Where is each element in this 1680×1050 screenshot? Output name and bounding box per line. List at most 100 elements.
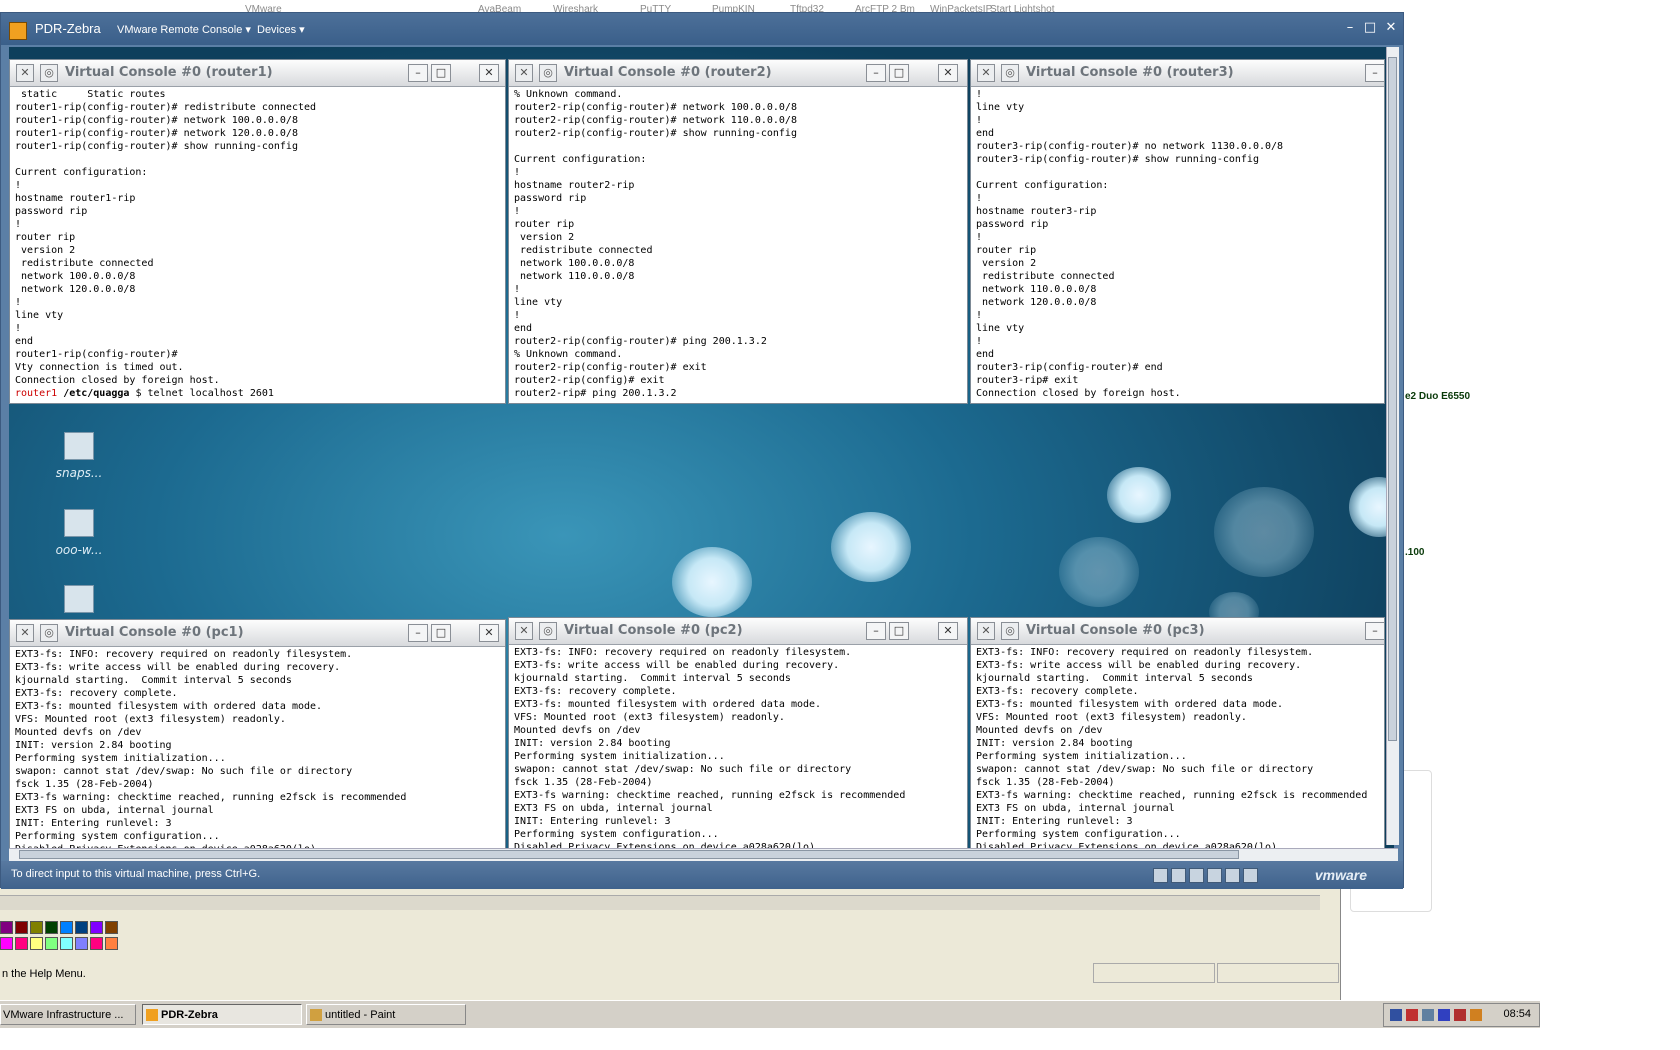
console-pane[interactable]: ✕ ◎ Virtual Console #0 (router1) – □ ✕ static… (9, 59, 506, 404)
tools-icon[interactable]: ✕ (515, 622, 533, 640)
terminal-line: fsck 1.35 (28-Feb-2004) (15, 779, 154, 790)
palette-swatch[interactable] (90, 937, 103, 950)
console-pane-header[interactable]: ✕ ◎ Virtual Console #0 (router2) – □ ✕ (509, 60, 967, 87)
terminal-output[interactable]: % Unknown command. router2-rip(config-rou… (514, 88, 963, 403)
sync-tray-icon[interactable] (1422, 1009, 1434, 1021)
maximize-button[interactable]: □ (431, 64, 451, 82)
security-tray-icon[interactable] (1406, 1009, 1418, 1021)
console-pane[interactable]: ✕ ◎ Virtual Console #0 (router2) – □ ✕ % Unkno… (508, 59, 968, 404)
tools-icon[interactable]: ✕ (977, 64, 995, 82)
color-palette[interactable] (0, 921, 120, 953)
console-pane[interactable]: ✕ ◎ Virtual Console #0 (pc2) – □ ✕ EXT3-fs: IN… (508, 617, 968, 861)
palette-swatch[interactable] (60, 937, 73, 950)
task-vmware-infrastructure[interactable]: VMware Infrastructure ... (0, 1004, 136, 1025)
maximize-icon[interactable]: □ (1362, 20, 1378, 36)
minimize-icon[interactable]: – (1342, 20, 1358, 36)
palette-swatch[interactable] (75, 937, 88, 950)
tools-icon[interactable]: ✕ (515, 64, 533, 82)
console-pane-header[interactable]: ✕ ◎ Virtual Console #0 (router1) – □ ✕ (10, 60, 505, 87)
horizontal-scroll-thumb[interactable] (19, 850, 1239, 859)
vertical-scroll-thumb[interactable] (1388, 57, 1397, 741)
palette-swatch[interactable] (30, 921, 43, 934)
palette-swatch[interactable] (45, 921, 58, 934)
tools-icon[interactable]: ✕ (977, 622, 995, 640)
settings-icon[interactable]: ◎ (1001, 622, 1019, 640)
settings-icon[interactable]: ◎ (40, 64, 58, 82)
terminal-output[interactable]: ! line vty! end router3-rip(config-router)#… (976, 88, 1380, 403)
paint-scrollbar[interactable] (0, 895, 1320, 910)
terminal-line: EXT3-fs: recovery complete. (514, 686, 677, 697)
settings-icon[interactable]: ◎ (1001, 64, 1019, 82)
window-titlebar[interactable]: PDR-Zebra VMware Remote Console ▾ Device… (1, 13, 1403, 45)
menu-remote-console[interactable]: VMware Remote Console ▾ (117, 23, 251, 36)
cdrom-icon[interactable] (1171, 868, 1186, 883)
close-button[interactable]: ✕ (479, 624, 499, 642)
terminal-line: Mounted devfs on /dev (976, 725, 1103, 736)
close-icon[interactable]: ✕ (1383, 20, 1399, 36)
vertical-scrollbar[interactable] (1386, 47, 1399, 845)
shield-tray-icon[interactable] (1438, 1009, 1450, 1021)
console-pane-header[interactable]: ✕ ◎ Virtual Console #0 (pc3) – (971, 618, 1384, 645)
close-button[interactable]: ✕ (479, 64, 499, 82)
terminal-line: router rip (514, 219, 575, 230)
status-segment (1217, 963, 1339, 983)
menu-devices[interactable]: Devices ▾ (257, 23, 305, 36)
tools-icon[interactable]: ✕ (16, 624, 34, 642)
palette-swatch[interactable] (15, 937, 28, 950)
minimize-button[interactable]: – (408, 64, 428, 82)
settings-icon[interactable]: ◎ (40, 624, 58, 642)
palette-swatch[interactable] (45, 937, 58, 950)
palette-swatch[interactable] (105, 921, 118, 934)
sound-icon[interactable] (1243, 868, 1258, 883)
console-pane-header[interactable]: ✕ ◎ Virtual Console #0 (pc2) – □ ✕ (509, 618, 967, 645)
settings-icon[interactable]: ◎ (539, 64, 557, 82)
console-pane[interactable]: ✕ ◎ Virtual Console #0 (router3) –! line vty… (970, 59, 1385, 404)
close-button[interactable]: ✕ (938, 622, 958, 640)
tools-tray-icon[interactable] (1454, 1009, 1466, 1021)
console-pane[interactable]: ✕ ◎ Virtual Console #0 (pc1) – □ ✕ EXT3-fs: IN… (9, 619, 506, 861)
palette-swatch[interactable] (15, 921, 28, 934)
tools-icon[interactable]: ✕ (16, 64, 34, 82)
terminal-line: ! (15, 219, 22, 230)
console-pane-header[interactable]: ✕ ◎ Virtual Console #0 (router3) – (971, 60, 1384, 87)
terminal-output[interactable]: EXT3-fs: INFO: recovery required on read… (15, 648, 501, 861)
maximize-button[interactable]: □ (889, 64, 909, 82)
terminal-output[interactable]: static Static routes router1-rip(config-r… (15, 88, 501, 403)
task-paint[interactable]: untitled - Paint (306, 1004, 466, 1025)
floppy-icon[interactable] (1189, 868, 1204, 883)
guest-display[interactable]: snaps... ooo-w... ✕ ◎ Virtual Console #0 (… (9, 47, 1394, 861)
minimize-button[interactable]: – (866, 64, 886, 82)
network-tray-icon[interactable] (1390, 1009, 1402, 1021)
terminal-line: EXT3 FS on ubda, internal journal (976, 803, 1175, 814)
palette-swatch[interactable] (105, 937, 118, 950)
alert-tray-icon[interactable] (1470, 1009, 1482, 1021)
task-pdr-zebra[interactable]: PDR-Zebra (142, 1004, 302, 1025)
palette-swatch[interactable] (0, 937, 13, 950)
desktop-icon-editor[interactable] (39, 585, 119, 619)
prompt-command: $ telnet localhost 2601 (129, 388, 274, 399)
palette-swatch[interactable] (30, 937, 43, 950)
maximize-button[interactable]: □ (431, 624, 451, 642)
minimize-button[interactable]: – (1365, 64, 1384, 82)
network-device-icon[interactable] (1153, 868, 1168, 883)
minimize-button[interactable]: – (408, 624, 428, 642)
console-pane-header[interactable]: ✕ ◎ Virtual Console #0 (pc1) – □ ✕ (10, 620, 505, 647)
close-button[interactable]: ✕ (938, 64, 958, 82)
palette-swatch[interactable] (90, 921, 103, 934)
console-pane[interactable]: ✕ ◎ Virtual Console #0 (pc3) – EXT3-fs: INFO… (970, 617, 1385, 861)
maximize-button[interactable]: □ (889, 622, 909, 640)
palette-swatch[interactable] (75, 921, 88, 934)
minimize-button[interactable]: – (866, 622, 886, 640)
usb-icon[interactable] (1225, 868, 1240, 883)
minimize-button[interactable]: – (1365, 622, 1384, 640)
desktop-icon-ooo[interactable]: ooo-w... (39, 509, 119, 557)
palette-swatch[interactable] (0, 921, 13, 934)
palette-swatch[interactable] (60, 921, 73, 934)
settings-icon[interactable]: ◎ (539, 622, 557, 640)
horizontal-scrollbar[interactable] (9, 848, 1398, 861)
terminal-line: EXT3-fs warning: checktime reached, runn… (976, 790, 1368, 801)
desktop-icon-snapshot[interactable]: snaps... (39, 432, 119, 480)
terminal-output[interactable]: EXT3-fs: INFO: recovery required on read… (514, 646, 963, 861)
terminal-output[interactable]: EXT3-fs: INFO: recovery required on read… (976, 646, 1380, 861)
network-adapter-icon[interactable] (1207, 868, 1222, 883)
